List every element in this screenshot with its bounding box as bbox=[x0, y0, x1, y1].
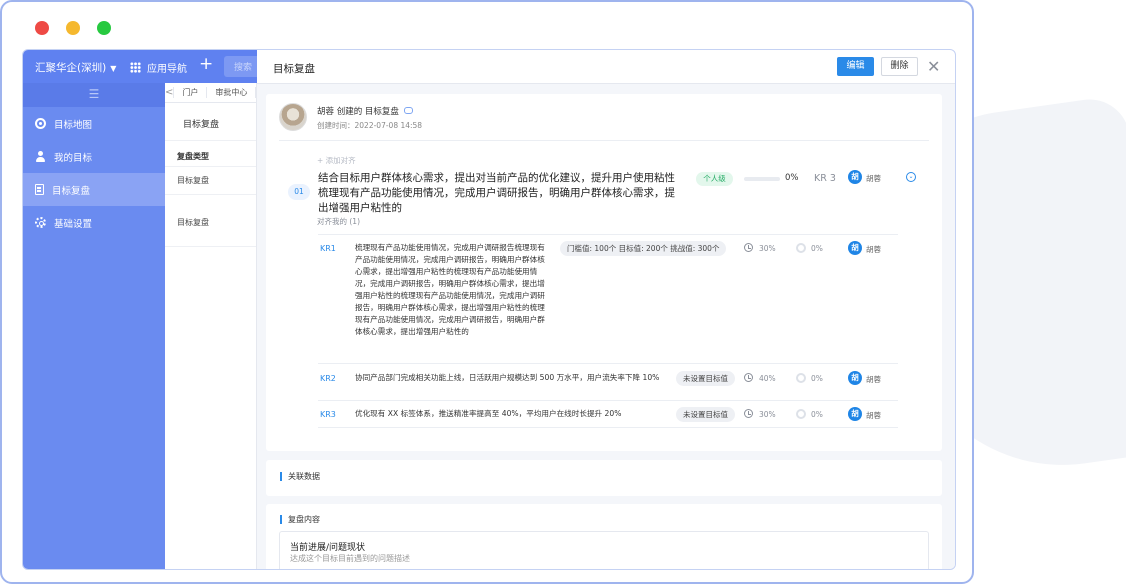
related-data-card: 关联数据 bbox=[266, 460, 942, 496]
plus-icon[interactable]: + bbox=[199, 54, 213, 74]
kr-label: KR1 bbox=[320, 244, 336, 253]
comment-icon[interactable] bbox=[403, 107, 413, 114]
caret-down-icon: ▼ bbox=[110, 64, 117, 73]
created-time: 创建时间：2022-07-08 14:58 bbox=[317, 121, 423, 130]
divider bbox=[318, 400, 898, 401]
kr-owner-avatar: 胡 bbox=[848, 241, 862, 255]
kr-owner-name: 胡蓉 bbox=[866, 411, 881, 420]
creator-line: 胡蓉 创建的 目标复盘 bbox=[317, 105, 413, 117]
column-header: 复盘类型 bbox=[165, 141, 256, 167]
review-drawer: 目标复盘 编辑 删除 ✕ 胡蓉 创建的 目标复盘 创建时间：2022-07-08… bbox=[257, 50, 955, 569]
tab-portal[interactable]: 门户 bbox=[174, 87, 208, 98]
browser-frame: 汇聚华企(深圳) ▼ 应用导航 + 搜索 ☰ 目标地图 我的目标 目标复盘 基础… bbox=[0, 0, 974, 584]
kr-owner-avatar: 胡 bbox=[848, 371, 862, 385]
kr-target-chip: 未设置目标值 bbox=[676, 407, 735, 422]
progress-ring-icon bbox=[796, 243, 806, 253]
target-icon bbox=[35, 118, 46, 129]
sidebar: ☰ 目标地图 我的目标 目标复盘 基础设置 bbox=[23, 83, 165, 569]
minimize-window-dot[interactable] bbox=[66, 21, 80, 35]
sidebar-item-my-goals[interactable]: 我的目标 bbox=[23, 140, 165, 173]
box-title: 当前进展/问题现状 bbox=[290, 543, 366, 553]
kr-time-progress: 30% bbox=[759, 410, 776, 419]
drawer-title: 目标复盘 bbox=[273, 63, 315, 75]
kr-owner-avatar: 胡 bbox=[848, 407, 862, 421]
kr-owner-name: 胡蓉 bbox=[866, 375, 881, 384]
section-title: 关联数据 bbox=[280, 472, 320, 481]
tab-bar: < 门户 审批中心 bbox=[165, 83, 256, 103]
sidebar-item-label: 基础设置 bbox=[54, 218, 93, 230]
avatar bbox=[279, 103, 307, 131]
app-nav-button[interactable]: 应用导航 bbox=[130, 60, 187, 75]
app-window: 汇聚华企(深圳) ▼ 应用导航 + 搜索 ☰ 目标地图 我的目标 目标复盘 基础… bbox=[22, 49, 956, 570]
company-name: 汇聚华企(深圳) bbox=[35, 62, 107, 74]
aligned-to-me-link[interactable]: 对齐我的 (1) bbox=[317, 216, 360, 227]
objective-index-badge: 01 bbox=[288, 184, 310, 200]
review-content-card: 复盘内容 当前进展/问题现状 达成这个目标目前遇到的问题描述 bbox=[266, 504, 942, 569]
clock-icon bbox=[744, 409, 753, 418]
objective-text: 结合目标用户群体核心需求，提出对当前产品的优化建议，提升用户使用粘性梳理现有产品… bbox=[318, 172, 675, 214]
kr-count: KR 3 bbox=[814, 173, 836, 184]
kr-target-chip: 未设置目标值 bbox=[676, 371, 735, 386]
edit-button[interactable]: 编辑 bbox=[837, 57, 874, 76]
level-badge: 个人级 bbox=[696, 172, 733, 186]
objective-progress-bar bbox=[744, 177, 780, 181]
kr-text: 梳理现有产品功能使用情况，完成用户调研报告梳理现有产品功能使用情况，完成用户调研… bbox=[355, 243, 545, 336]
tab-approval-center[interactable]: 审批中心 bbox=[207, 87, 256, 98]
clock-icon bbox=[744, 373, 753, 382]
progress-ring-icon bbox=[796, 373, 806, 383]
divider bbox=[318, 363, 898, 364]
kr-progress: 0% bbox=[811, 374, 823, 383]
divider bbox=[318, 234, 898, 235]
progress-ring-icon bbox=[796, 409, 806, 419]
menu-collapse-icon[interactable]: ☰ bbox=[23, 83, 165, 107]
divider bbox=[279, 140, 929, 141]
clock-icon bbox=[744, 243, 753, 252]
delete-button[interactable]: 删除 bbox=[881, 57, 918, 76]
document-icon bbox=[35, 184, 44, 195]
close-window-dot[interactable] bbox=[35, 21, 49, 35]
objective-card: 胡蓉 创建的 目标复盘 创建时间：2022-07-08 14:58 + 添加对齐… bbox=[266, 94, 942, 451]
progress-status-box[interactable]: 当前进展/问题现状 达成这个目标目前遇到的问题描述 bbox=[279, 531, 929, 569]
close-icon[interactable]: ✕ bbox=[927, 57, 940, 76]
kr-progress: 0% bbox=[811, 410, 823, 419]
gear-icon bbox=[35, 217, 46, 228]
grid-icon bbox=[130, 62, 141, 73]
sidebar-item-label: 我的目标 bbox=[54, 152, 93, 164]
owner-avatar: 胡 bbox=[848, 170, 862, 184]
creator-text: 胡蓉 创建的 目标复盘 bbox=[317, 107, 399, 117]
sidebar-item-target-map[interactable]: 目标地图 bbox=[23, 107, 165, 140]
sidebar-item-settings[interactable]: 基础设置 bbox=[23, 206, 165, 239]
list-item[interactable]: 目标复盘 bbox=[165, 167, 256, 195]
collapse-toggle-icon[interactable]: ⌄ bbox=[906, 172, 916, 182]
box-placeholder: 达成这个目标目前遇到的问题描述 bbox=[290, 554, 410, 563]
kr-label: KR3 bbox=[320, 410, 336, 419]
section-title: 复盘内容 bbox=[280, 515, 320, 524]
objective-progress-text: 0% bbox=[785, 173, 799, 183]
kr-time-progress: 40% bbox=[759, 374, 776, 383]
kr-target-chip: 门槛值: 100个 目标值: 200个 挑战值: 300个 bbox=[560, 241, 727, 256]
list-item[interactable]: 目标复盘 bbox=[165, 195, 256, 247]
maximize-window-dot[interactable] bbox=[97, 21, 111, 35]
kr-text: 协同产品部门完成相关功能上线，日活跃用户规模达到 500 万水平，用户流失率下降… bbox=[355, 373, 660, 382]
kr-label: KR2 bbox=[320, 374, 336, 383]
kr-progress: 0% bbox=[811, 244, 823, 253]
kr-time-progress: 30% bbox=[759, 244, 776, 253]
divider bbox=[318, 427, 898, 428]
drawer-header: 目标复盘 编辑 删除 ✕ bbox=[257, 50, 955, 84]
review-list-panel: < 门户 审批中心 目标复盘 复盘类型 目标复盘 目标复盘 bbox=[165, 83, 257, 569]
user-icon bbox=[35, 151, 46, 162]
sidebar-item-label: 目标复盘 bbox=[52, 185, 91, 197]
sidebar-item-goal-review[interactable]: 目标复盘 bbox=[23, 173, 165, 206]
company-switcher[interactable]: 汇聚华企(深圳) ▼ bbox=[35, 60, 116, 75]
add-alignment-link[interactable]: + 添加对齐 bbox=[317, 155, 356, 166]
owner-name: 胡蓉 bbox=[866, 174, 881, 183]
kr-owner-name: 胡蓉 bbox=[866, 245, 881, 254]
chevron-left-icon[interactable]: < bbox=[165, 87, 175, 98]
kr-text: 优化现有 XX 标签体系，推送精准率提高至 40%，平均用户在线时长提升 20% bbox=[355, 409, 622, 418]
list-title: 目标复盘 bbox=[165, 103, 256, 141]
sidebar-item-label: 目标地图 bbox=[54, 119, 93, 131]
app-nav-label: 应用导航 bbox=[147, 64, 187, 75]
